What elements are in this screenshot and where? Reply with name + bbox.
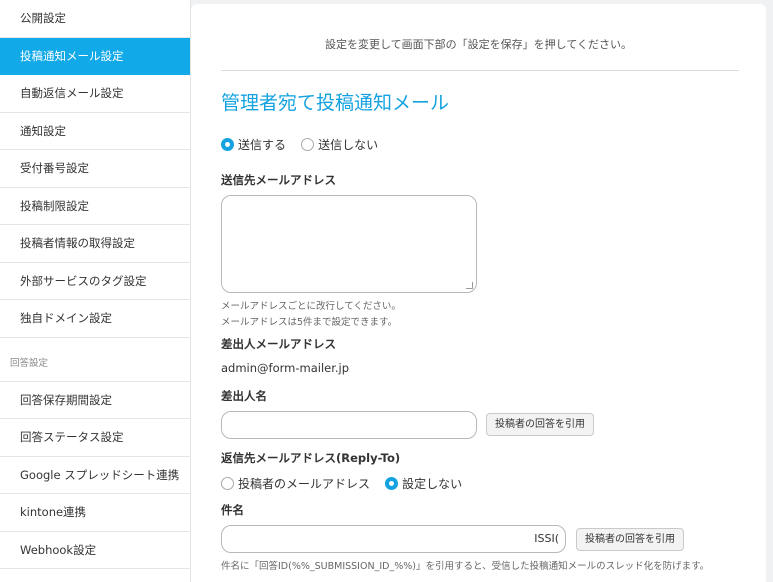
subject-label: 件名 bbox=[221, 503, 244, 517]
reply-to-none-radio[interactable] bbox=[385, 477, 399, 490]
sidebar-section-answers: 回答設定 bbox=[0, 338, 190, 382]
sidebar-item-notification[interactable]: 通知設定 bbox=[0, 113, 190, 150]
sidebar-item-publish[interactable]: 公開設定 bbox=[0, 0, 190, 38]
reply-to-poster-label[interactable]: 投稿者のメールアドレス bbox=[238, 477, 370, 491]
sidebar-item-kintone[interactable]: kintone連携 bbox=[0, 494, 190, 532]
send-toggle-group: 送信する 送信しない bbox=[221, 134, 388, 153]
to-address-textarea[interactable] bbox=[221, 195, 477, 293]
send-off-radio[interactable] bbox=[301, 138, 315, 151]
to-address-label: 送信先メールアドレス bbox=[221, 173, 336, 187]
page-title: 管理者宛て投稿通知メール bbox=[221, 92, 450, 114]
settings-sidebar: 公開設定 投稿通知メール設定 自動返信メール設定 通知設定 受付番号設定 投稿制… bbox=[0, 0, 191, 582]
divider bbox=[221, 70, 739, 71]
sidebar-item-webhook[interactable]: Webhook設定 bbox=[0, 532, 190, 569]
sidebar-item-notification-mail[interactable]: 投稿通知メール設定 bbox=[0, 37, 190, 75]
to-address-help-1: メールアドレスごとに改行してください。 bbox=[221, 301, 401, 312]
send-on-radio[interactable] bbox=[221, 138, 234, 151]
from-name-quote-button[interactable]: 投稿者の回答を引用 bbox=[486, 413, 594, 436]
sidebar-item-post-limit[interactable]: 投稿制限設定 bbox=[0, 188, 190, 225]
sidebar-item-auto-reply-mail[interactable]: 自動返信メール設定 bbox=[0, 75, 190, 113]
sidebar-item-custom-domain[interactable]: 独自ドメイン設定 bbox=[0, 300, 190, 338]
subject-help: 件名に「回答ID(%%_SUBMISSION_ID_%%)」を引用すると、受信し… bbox=[221, 561, 710, 572]
save-notice: 設定を変更して画面下部の「設定を保存」を押してください。 bbox=[324, 38, 632, 51]
sidebar-item-google-sheets[interactable]: Google スプレッドシート連携 bbox=[0, 457, 190, 494]
from-name-label: 差出人名 bbox=[221, 389, 267, 403]
subject-quote-button[interactable]: 投稿者の回答を引用 bbox=[576, 528, 684, 551]
settings-panel: 設定を変更して画面下部の「設定を保存」を押してください。 管理者宛て投稿通知メー… bbox=[191, 4, 766, 582]
reply-to-poster-radio[interactable] bbox=[221, 477, 234, 490]
reply-to-label: 返信先メールアドレス(Reply-To) bbox=[221, 451, 401, 465]
sidebar-item-external-tags[interactable]: 外部サービスのタグ設定 bbox=[0, 263, 190, 300]
send-on-label[interactable]: 送信する bbox=[238, 138, 286, 152]
sidebar-item-poster-info[interactable]: 投稿者情報の取得設定 bbox=[0, 225, 190, 263]
send-off-label[interactable]: 送信しない bbox=[318, 138, 378, 152]
from-address-value: admin@form-mailer.jp bbox=[221, 361, 350, 375]
subject-input[interactable]: ISSI( bbox=[221, 525, 566, 553]
from-name-input[interactable] bbox=[221, 411, 477, 439]
resize-handle-icon[interactable] bbox=[466, 282, 473, 289]
reply-to-none-label[interactable]: 設定しない bbox=[402, 477, 462, 491]
sidebar-item-receipt-number[interactable]: 受付番号設定 bbox=[0, 150, 190, 188]
sidebar-item-answer-status[interactable]: 回答ステータス設定 bbox=[0, 419, 190, 457]
from-address-label: 差出人メールアドレス bbox=[221, 337, 336, 351]
to-address-help-2: メールアドレスは5件まで設定できます。 bbox=[221, 317, 398, 328]
reply-to-group: 投稿者のメールアドレス 設定しない bbox=[221, 473, 472, 492]
sidebar-item-retention[interactable]: 回答保存期間設定 bbox=[0, 382, 190, 419]
